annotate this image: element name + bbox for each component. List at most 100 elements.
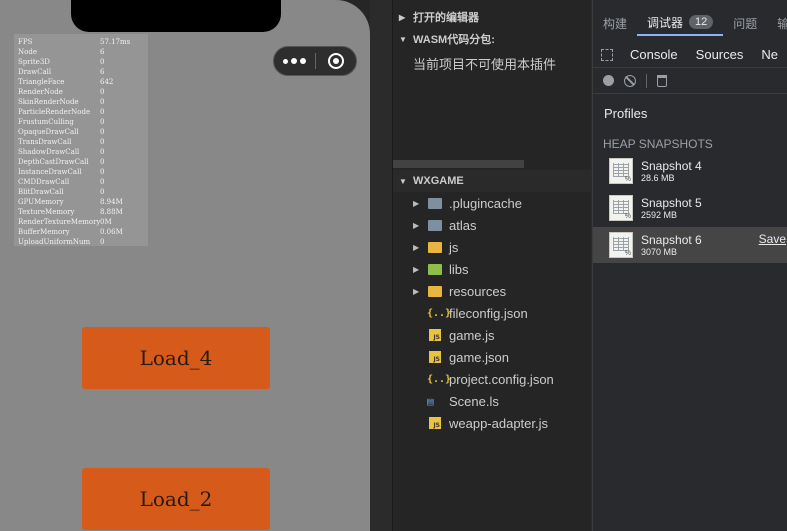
snapshot-item-selected[interactable]: Snapshot 63070 MB Save <box>593 227 787 263</box>
stat-row: SkinRenderNode 0 <box>18 97 148 107</box>
tree-item-label: Scene.ls <box>449 393 499 409</box>
tree-folder[interactable]: ▶ libs <box>393 258 591 280</box>
stat-key: TransDrawCall <box>18 138 72 146</box>
chevron-right-icon[interactable]: ▶ <box>413 265 427 274</box>
open-editors-label: 打开的编辑器 <box>413 12 479 24</box>
stat-value: 0 <box>100 148 105 156</box>
horizontal-scrollbar[interactable] <box>393 160 524 168</box>
toolbar-divider <box>646 73 647 88</box>
stat-value: 0 <box>100 238 105 246</box>
stat-value: 0 <box>100 168 105 176</box>
tree-item-label: libs <box>449 261 469 277</box>
load-2-button[interactable]: Load_2 <box>82 468 270 530</box>
folder-icon <box>427 262 443 276</box>
chevron-right-icon[interactable]: ▶ <box>413 221 427 230</box>
subtab-network[interactable]: Ne <box>752 47 787 62</box>
wasm-message: 当前项目不可使用本插件 <box>413 57 557 72</box>
tab-problems[interactable]: 问题 <box>723 10 767 36</box>
stat-row: OpaqueDrawCall 0 <box>18 127 148 137</box>
stat-value: 0 <box>100 158 105 166</box>
tree-folder[interactable]: ▶ atlas <box>393 214 591 236</box>
tree-file[interactable]: ▶JSgame.json <box>393 346 591 368</box>
tree-folder[interactable]: ▶ .plugincache <box>393 192 591 214</box>
js-file-icon: JS <box>427 350 443 364</box>
stat-value: 0 <box>100 118 105 126</box>
tree-item-label: js <box>449 239 459 255</box>
phone-notch <box>71 0 281 32</box>
stat-row: Sprite3D 0 <box>18 57 148 67</box>
stat-key: FrustumCulling <box>18 118 74 126</box>
tab-label: 构建 <box>603 16 628 31</box>
stat-row: BlitDrawCall 0 <box>18 187 148 197</box>
stat-value: 0 <box>100 138 105 146</box>
chevron-right-icon[interactable]: ▶ <box>413 287 427 296</box>
heap-snapshots-title: HEAP SNAPSHOTS <box>603 137 713 151</box>
stat-value: 0M <box>100 218 112 226</box>
tree-file[interactable]: ▶JSgame.js <box>393 324 591 346</box>
tree-file[interactable]: ▶▤Scene.ls <box>393 390 591 412</box>
open-editors-header[interactable]: ▶ 打开的编辑器 <box>393 6 591 28</box>
stat-key: UploadUniformNum <box>18 238 91 246</box>
stat-row: RenderTextureMemory 0M <box>18 217 148 227</box>
snapshot-size: 28.6 MB <box>641 172 675 183</box>
record-icon[interactable] <box>603 75 614 86</box>
stat-value: 6 <box>100 48 105 56</box>
project-header[interactable]: ▼ WXGAME <box>393 170 591 192</box>
chevron-right-icon[interactable]: ▶ <box>413 243 427 252</box>
tree-item-label: game.js <box>449 327 495 343</box>
project-name: WXGAME <box>413 175 464 187</box>
tree-item-label: atlas <box>449 217 477 233</box>
phone-screen[interactable]: FPS 57.17ms Node 6 Sprite3D 0 DrawCall 6 Triangl… <box>0 0 370 531</box>
tab-output[interactable]: 输 <box>767 10 787 36</box>
close-miniprogram-icon[interactable] <box>316 47 356 75</box>
subtab-sources[interactable]: Sources <box>687 47 753 62</box>
chevron-down-icon: ▼ <box>399 34 407 44</box>
tree-file[interactable]: ▶{..}project.config.json <box>393 368 591 390</box>
stat-key: DepthCastDrawCall <box>18 158 89 166</box>
stat-key: CMDDrawCall <box>18 178 70 186</box>
stat-value: 8.88M <box>100 208 123 216</box>
snapshot-name: Snapshot 4 <box>641 158 702 173</box>
stat-value: 0 <box>100 178 105 186</box>
tree-file[interactable]: ▶{..}fileconfig.json <box>393 302 591 324</box>
stat-value: 0 <box>100 58 105 66</box>
stat-key: FPS <box>18 38 33 46</box>
stat-row: Node 6 <box>18 47 148 57</box>
json-file-icon: {..} <box>427 307 452 319</box>
stat-value: 8.94M <box>100 198 123 206</box>
tree-item-label: fileconfig.json <box>449 305 528 321</box>
stat-key: ParticleRenderNode <box>18 108 91 116</box>
inspect-element-icon[interactable] <box>593 42 621 68</box>
tree-folder[interactable]: ▶ js <box>393 236 591 258</box>
ide-window: FPS 57.17ms Node 6 Sprite3D 0 DrawCall 6 Triangl… <box>0 0 787 531</box>
devtools-tabbar: 构建 调试器 12 问题 输 <box>593 10 787 36</box>
snapshot-size: 3070 MB <box>641 246 678 257</box>
trash-icon[interactable] <box>657 74 667 87</box>
tab-debugger[interactable]: 调试器 12 <box>637 10 724 36</box>
stat-key: Node <box>18 48 37 56</box>
folder-icon <box>427 284 443 298</box>
stat-key: Sprite3D <box>18 58 50 66</box>
tab-build[interactable]: 构建 <box>593 10 637 36</box>
tree-folder[interactable]: ▶ resources <box>393 280 591 302</box>
snapshot-name: Snapshot 5 <box>641 195 702 210</box>
stat-key: InstanceDrawCall <box>18 168 82 176</box>
clear-icon[interactable] <box>624 74 636 87</box>
more-menu-icon[interactable] <box>274 47 315 75</box>
snapshot-item[interactable]: Snapshot 428.6 MB <box>593 153 787 189</box>
stat-key: ShadowDrawCall <box>18 148 80 156</box>
subtab-console[interactable]: Console <box>621 47 687 62</box>
devtools-panel: 构建 调试器 12 问题 输 Console Sources Ne Profile… <box>592 0 787 531</box>
profiles-title: Profiles <box>604 106 648 121</box>
stat-value: 642 <box>100 78 114 86</box>
chevron-right-icon[interactable]: ▶ <box>413 199 427 208</box>
wasm-header[interactable]: ▼ WASM代码分包: <box>393 28 591 50</box>
snapshot-item[interactable]: Snapshot 52592 MB <box>593 190 787 226</box>
tab-label: 调试器 <box>647 15 684 30</box>
stat-key: BlitDrawCall <box>18 188 64 196</box>
tree-item-label: weapp-adapter.js <box>449 415 549 431</box>
load-4-button[interactable]: Load_4 <box>82 327 270 389</box>
stat-value: 0.06M <box>100 228 123 236</box>
save-snapshot-link[interactable]: Save <box>759 232 786 246</box>
tree-file[interactable]: ▶JSweapp-adapter.js <box>393 412 591 434</box>
